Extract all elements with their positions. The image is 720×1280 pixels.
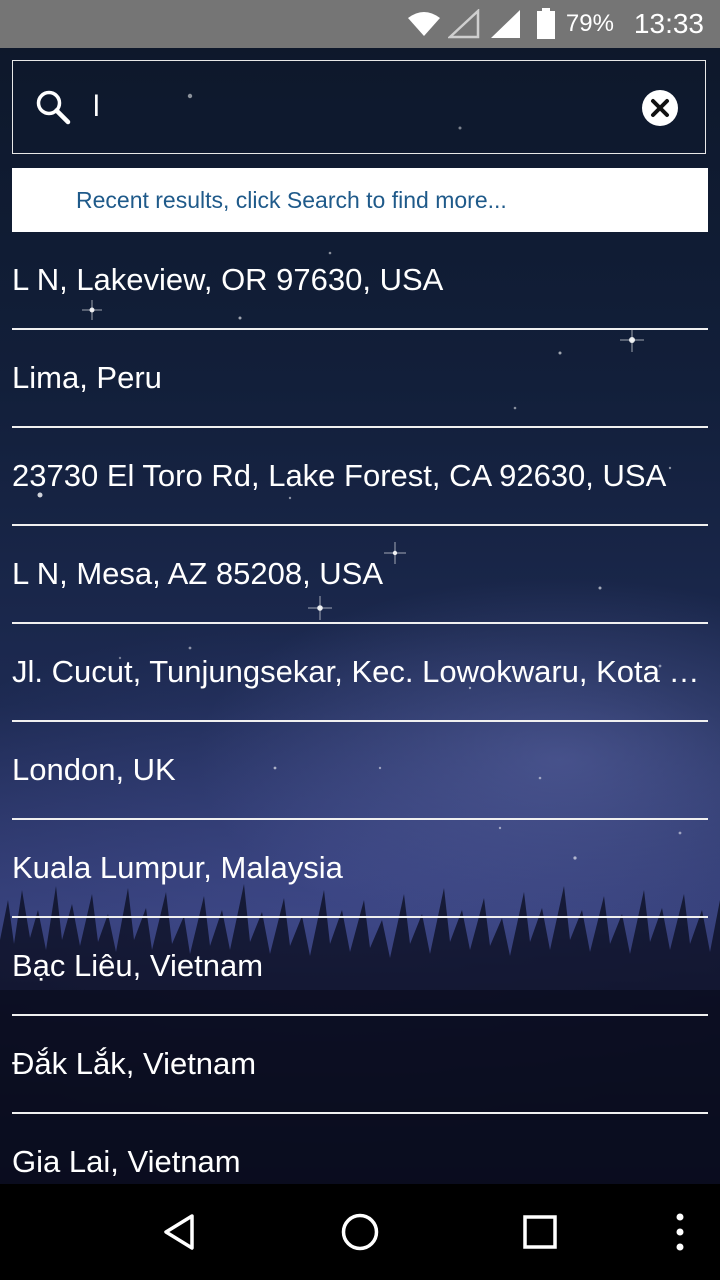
recent-results-hint: Recent results, click Search to find mor… <box>12 168 708 232</box>
results-list: L N, Lakeview, OR 97630, USA Lima, Peru … <box>0 232 720 1184</box>
back-icon[interactable] <box>160 1212 200 1252</box>
list-item[interactable]: Lima, Peru <box>12 330 708 428</box>
app-screen: 79% 13:33 Recent results, click Search t… <box>0 0 720 1280</box>
clear-circle-icon[interactable] <box>641 89 679 127</box>
status-bar: 79% 13:33 <box>0 0 720 48</box>
list-item[interactable]: Kuala Lumpur, Malaysia <box>12 820 708 918</box>
list-item[interactable]: L N, Mesa, AZ 85208, USA <box>12 526 708 624</box>
battery-percent: 79% <box>565 10 614 37</box>
navigation-bar <box>0 1184 720 1280</box>
list-item[interactable]: L N, Lakeview, OR 97630, USA <box>12 232 708 330</box>
search-bar <box>12 60 706 154</box>
recents-icon[interactable] <box>520 1212 560 1252</box>
search-input[interactable] <box>93 83 633 131</box>
signal-empty-icon <box>447 9 480 39</box>
overflow-menu-icon[interactable] <box>660 1212 700 1252</box>
search-icon[interactable] <box>35 89 71 125</box>
list-item[interactable]: Gia Lai, Vietnam <box>12 1114 708 1184</box>
list-item[interactable]: Đắk Lắk, Vietnam <box>12 1016 708 1114</box>
status-icons: 79% 13:33 <box>406 0 704 48</box>
wifi-icon <box>407 12 440 36</box>
battery-icon <box>536 8 555 39</box>
signal-full-icon <box>490 10 520 38</box>
list-item[interactable]: Bạc Liêu, Vietnam <box>12 918 708 1016</box>
list-item[interactable]: 23730 El Toro Rd, Lake Forest, CA 92630,… <box>12 428 708 526</box>
clock: 13:33 <box>633 8 704 39</box>
list-item[interactable]: London, UK <box>12 722 708 820</box>
list-item[interactable]: Jl. Cucut, Tunjungsekar, Kec. Lowokwaru,… <box>12 624 708 722</box>
home-icon[interactable] <box>340 1212 380 1252</box>
